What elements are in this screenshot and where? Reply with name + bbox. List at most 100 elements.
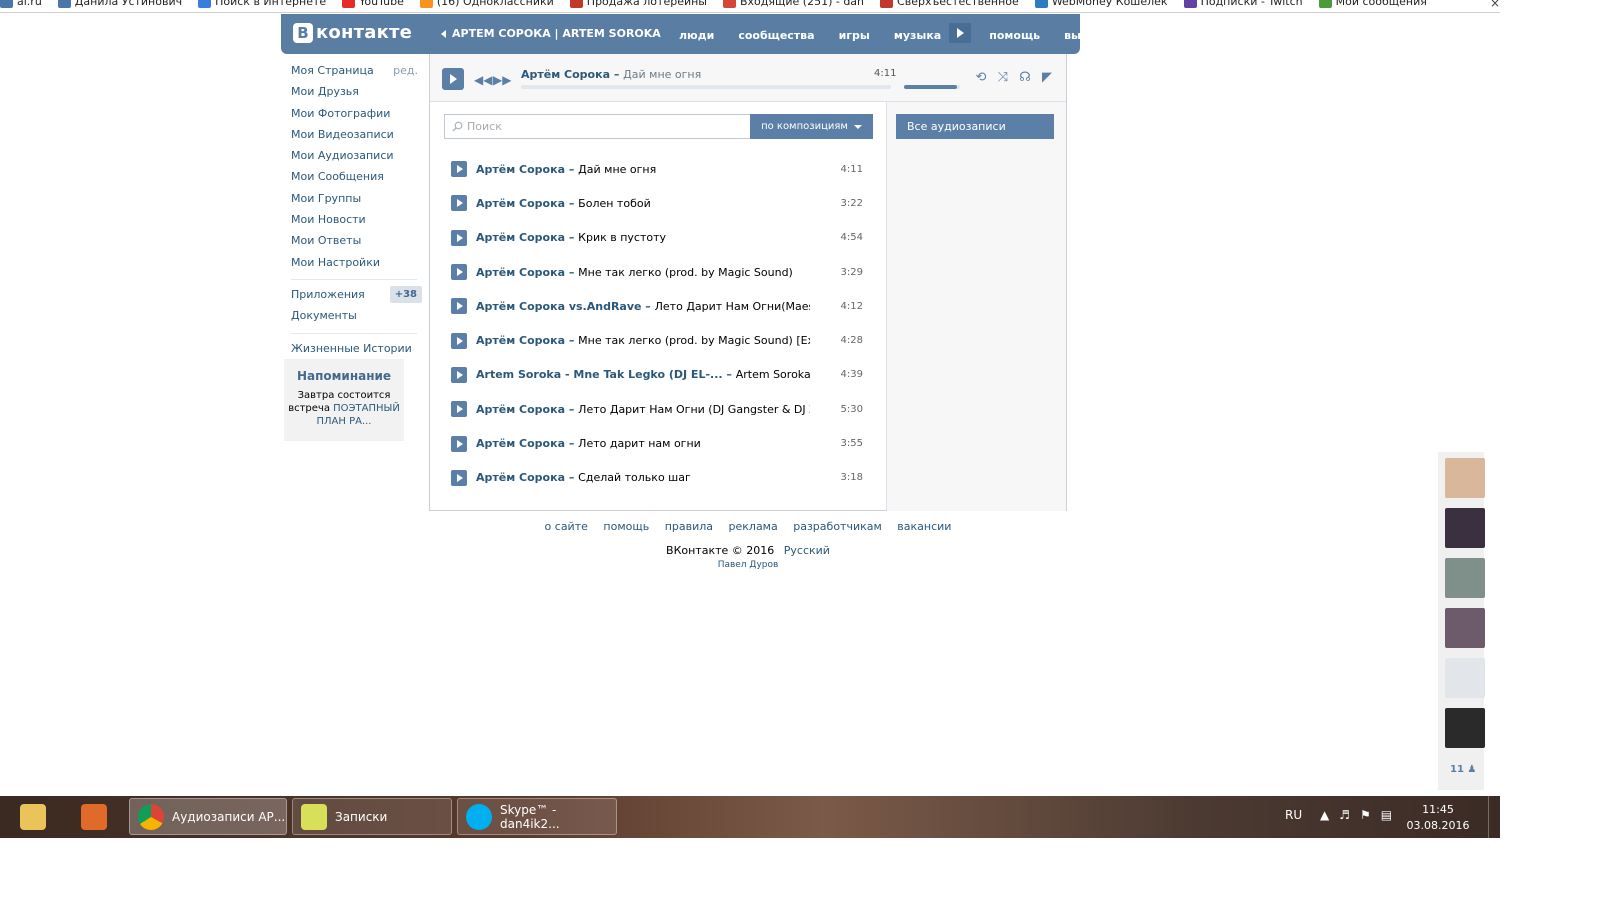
bookmark-item[interactable]: (16) Одноклассники	[419, 0, 554, 8]
taskbar-notes-window[interactable]: Записки	[292, 798, 452, 835]
track-play-button[interactable]	[451, 332, 467, 349]
track-play-button[interactable]	[451, 264, 467, 281]
bookmark-item[interactable]: Поиск в Интернете	[198, 0, 326, 8]
media-player-pinned[interactable]	[77, 800, 111, 834]
track-row[interactable]: Артём Сорока – Лето дарит нам огни 3:55	[451, 426, 863, 460]
bookmark-item[interactable]: Подписки - Twitch	[1183, 0, 1303, 8]
track-row[interactable]: Артём Сорока – Мне так легко (prod. by M…	[451, 255, 863, 289]
explorer-pinned[interactable]	[16, 800, 50, 834]
footer-jobs[interactable]: вакансии	[897, 520, 951, 533]
friend-avatar[interactable]	[1445, 558, 1485, 598]
player-progress-bar[interactable]	[521, 85, 891, 89]
nav-help[interactable]: помощь	[989, 29, 1040, 42]
track-row[interactable]: Артём Сорока – Мне так легко (prod. by M…	[451, 323, 863, 357]
menu-my-page[interactable]: Моя Страница ред.	[284, 62, 424, 83]
show-desktop-button[interactable]	[1488, 796, 1500, 838]
bookmark-item[interactable]: Сверхъестественное	[880, 0, 1019, 8]
next-icon[interactable]: ▶▶	[493, 74, 511, 86]
keyboard-language[interactable]: RU	[1285, 808, 1302, 822]
edit-link[interactable]: ред.	[393, 62, 418, 79]
volume-icon[interactable]: ♬	[1339, 808, 1350, 822]
menu-documents[interactable]: Документы	[284, 307, 424, 328]
friends-count[interactable]: 11 ♟	[1450, 764, 1476, 775]
track-artist[interactable]: Artem Soroka - Mne Tak Legko (DJ EL-...	[476, 368, 723, 381]
track-play-button[interactable]	[451, 435, 467, 452]
menu-my-messages[interactable]: Мои Сообщения	[284, 168, 424, 189]
footer-ads[interactable]: реклама	[729, 520, 778, 533]
network-icon[interactable]: ▤	[1381, 808, 1392, 822]
track-row[interactable]: Артём Сорока – Сделай только шаг 3:18	[451, 461, 863, 495]
bookmark-item[interactable]: al.ru	[0, 0, 42, 8]
nav-communities[interactable]: сообщества	[738, 29, 814, 42]
player-volume-bar[interactable]	[904, 85, 960, 89]
track-artist[interactable]: Артём Сорока	[476, 266, 565, 279]
friend-avatar[interactable]	[1445, 658, 1485, 698]
bookmark-item[interactable]: Продажа лотерейны	[569, 0, 707, 8]
previous-icon[interactable]: ◀◀	[474, 74, 492, 86]
bookmark-item[interactable]: WebMoney Кошелек	[1034, 0, 1168, 8]
search-input[interactable]	[467, 120, 737, 133]
track-row[interactable]: Артём Сорока – Болен тобой 3:22	[451, 186, 863, 220]
menu-stories[interactable]: Жизненные Истории	[284, 340, 424, 361]
track-artist[interactable]: Артём Сорока vs.AndRave	[476, 300, 641, 313]
track-artist[interactable]: Артём Сорока	[476, 231, 565, 244]
menu-my-friends[interactable]: Мои Друзья	[284, 83, 424, 104]
friend-avatar[interactable]	[1445, 508, 1485, 548]
footer-about[interactable]: о сайте	[545, 520, 588, 533]
track-artist[interactable]: Артём Сорока	[476, 437, 565, 450]
show-hidden-icons-icon[interactable]: ▲	[1320, 808, 1329, 822]
headphones-icon[interactable]: ☊	[1017, 69, 1033, 85]
track-row[interactable]: Артём Сорока – Дай мне огня 4:11	[451, 152, 863, 186]
bookmark-item[interactable]: Мои сообщения	[1318, 0, 1427, 8]
track-play-button[interactable]	[451, 229, 467, 246]
nav-music[interactable]: музыка	[894, 29, 941, 42]
track-artist[interactable]: Артём Сорока	[476, 334, 565, 347]
nav-people[interactable]: люди	[679, 29, 714, 42]
menu-apps[interactable]: Приложения +38	[284, 285, 424, 307]
language-link[interactable]: Русский	[784, 544, 830, 557]
track-play-button[interactable]	[451, 401, 467, 418]
friend-avatar[interactable]	[1445, 608, 1485, 648]
track-artist[interactable]: Артём Сорока	[476, 163, 565, 176]
bookmark-item[interactable]: Данила Устинович	[57, 0, 182, 8]
search-mode-dropdown[interactable]: по композициям	[750, 114, 873, 139]
track-row[interactable]: Артём Сорока – Лето Дарит Нам Огни (DJ G…	[451, 392, 863, 426]
nav-logout[interactable]: выйти	[1064, 29, 1103, 42]
track-play-button[interactable]	[451, 469, 467, 486]
player-play-button[interactable]	[442, 68, 464, 90]
menu-my-groups[interactable]: Мои Группы	[284, 190, 424, 211]
close-icon[interactable]: ×	[1490, 0, 1500, 10]
all-audio-button[interactable]: Все аудиозаписи	[896, 114, 1054, 139]
search-field[interactable]	[444, 114, 752, 139]
friend-avatar[interactable]	[1445, 458, 1485, 498]
menu-my-photos[interactable]: Мои Фотографии	[284, 105, 424, 126]
track-row[interactable]: Artem Soroka - Mne Tak Legko (DJ EL-... …	[451, 358, 863, 392]
track-row[interactable]: Артём Сорока vs.AndRave – Лето Дарит Нам…	[451, 289, 863, 323]
player-artist[interactable]: Артём Сорока	[521, 68, 610, 81]
footer-rules[interactable]: правила	[665, 520, 713, 533]
taskbar-skype-window[interactable]: Skype™ - dan4ik2...	[457, 798, 617, 835]
track-artist[interactable]: Артём Сорока	[476, 197, 565, 210]
track-row[interactable]: Артём Сорока – Крик в пустоту 4:54	[451, 221, 863, 255]
vk-logo[interactable]: В контакте	[293, 22, 412, 43]
menu-my-audio[interactable]: Мои Аудиозаписи	[284, 147, 424, 168]
footer-author[interactable]: Павел Дуров	[429, 560, 1067, 570]
track-play-button[interactable]	[451, 366, 467, 383]
clock[interactable]: 11:45 03.08.2016	[1403, 802, 1473, 834]
shuffle-icon[interactable]: ⤨	[995, 69, 1011, 85]
bookmark-item[interactable]: YouTube	[342, 0, 404, 8]
menu-my-answers[interactable]: Мои Ответы	[284, 232, 424, 253]
footer-developers[interactable]: разработчикам	[793, 520, 882, 533]
broadcast-icon[interactable]: ◤	[1039, 69, 1055, 85]
repeat-icon[interactable]: ⟲	[973, 69, 989, 85]
action-center-icon[interactable]: ⚑	[1360, 808, 1371, 822]
track-play-button[interactable]	[451, 298, 467, 315]
track-artist[interactable]: Артём Сорока	[476, 471, 565, 484]
track-play-button[interactable]	[451, 161, 467, 178]
bookmark-item[interactable]: Входящие (251) - dan	[723, 0, 864, 8]
friend-avatar[interactable]	[1445, 708, 1485, 748]
nav-games[interactable]: игры	[839, 29, 870, 42]
menu-my-news[interactable]: Мои Новости	[284, 211, 424, 232]
header-now-playing[interactable]: АРТЕМ СОРОКА | ARTEM SOROKA	[441, 27, 661, 40]
footer-help[interactable]: помощь	[603, 520, 649, 533]
